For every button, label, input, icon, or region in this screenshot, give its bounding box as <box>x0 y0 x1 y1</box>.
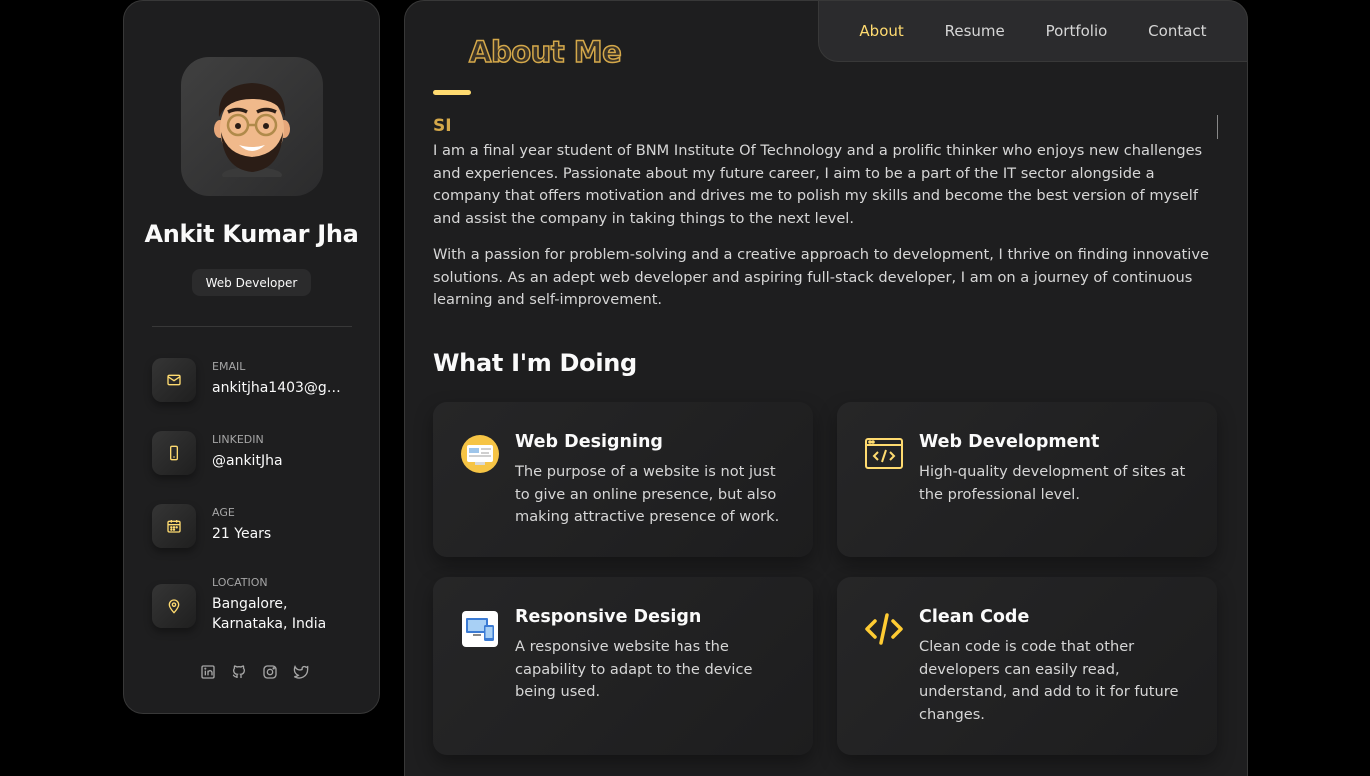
service-text: A responsive website has the capability … <box>515 638 753 700</box>
title-underline <box>433 90 471 95</box>
code-brackets-icon <box>864 609 904 649</box>
avatar <box>181 57 323 196</box>
nav-contact[interactable]: Contact <box>1148 22 1206 40</box>
contact-location: LOCATION Bangalore, Karnataka, India <box>152 574 357 632</box>
location-label: LOCATION <box>212 576 268 589</box>
service-text: High-quality development of sites at the… <box>919 463 1186 503</box>
contact-age: AGE 21 Years <box>152 504 357 554</box>
contact-email: EMAIL ankitjha1403@gmail.com <box>152 358 357 408</box>
service-title: Responsive Design <box>515 607 702 627</box>
service-title: Web Designing <box>515 432 663 452</box>
age-value: 21 Years <box>212 526 272 542</box>
navbar: About Resume Portfolio Contact <box>818 0 1248 62</box>
location-pin-icon <box>152 584 196 628</box>
location-value: Bangalore, Karnataka, India <box>212 596 327 632</box>
memoji-avatar-icon <box>214 82 290 177</box>
service-title: Clean Code <box>919 607 1030 627</box>
main-panel: About Resume Portfolio Contact About Me … <box>404 0 1248 776</box>
responsive-devices-icon <box>460 609 500 649</box>
email-link[interactable]: ankitjha1403@gmail.com <box>212 378 354 398</box>
service-card-web-development: Web Development High-quality development… <box>837 402 1217 557</box>
linkedin-link[interactable]: @ankitJha <box>212 451 354 471</box>
calendar-icon <box>152 504 196 548</box>
sidebar: Ankit Kumar Jha Web Developer EMAIL anki… <box>123 0 380 714</box>
nav-portfolio[interactable]: Portfolio <box>1046 22 1108 40</box>
service-card-clean-code: Clean Code Clean code is code that other… <box>837 577 1217 755</box>
text-cursor <box>1217 115 1218 139</box>
nav-about[interactable]: About <box>859 22 903 40</box>
web-design-icon <box>460 434 500 474</box>
service-card-responsive-design: Responsive Design A responsive website h… <box>433 577 813 755</box>
service-title: Web Development <box>919 432 1100 452</box>
age-label: AGE <box>212 506 235 519</box>
instagram-icon[interactable] <box>262 664 278 680</box>
profile-name: Ankit Kumar Jha <box>144 220 359 248</box>
mail-icon <box>152 358 196 402</box>
services-title: What I'm Doing <box>433 349 637 377</box>
about-paragraph-1: I am a final year student of BNM Institu… <box>433 142 1203 227</box>
typed-text: SI <box>433 116 452 136</box>
linkedin-label: LINKEDIN <box>212 433 264 446</box>
page-title: About Me <box>468 34 622 70</box>
about-paragraph-2: With a passion for problem-solving and a… <box>433 246 1209 308</box>
nav-resume[interactable]: Resume <box>945 22 1005 40</box>
social-links <box>200 664 309 680</box>
contact-linkedin: LINKEDIN @ankitJha <box>152 431 357 481</box>
service-text: Clean code is code that other developers… <box>919 638 1179 723</box>
profile-title-badge: Web Developer <box>192 269 311 296</box>
service-text: The purpose of a website is not just to … <box>515 463 780 525</box>
service-card-web-designing: Web Designing The purpose of a website i… <box>433 402 813 557</box>
sidebar-divider <box>152 326 352 327</box>
email-label: EMAIL <box>212 360 246 373</box>
github-icon[interactable] <box>231 664 247 680</box>
twitter-icon[interactable] <box>293 664 309 680</box>
phone-icon <box>152 431 196 475</box>
web-dev-icon <box>864 434 904 474</box>
linkedin-icon[interactable] <box>200 664 216 680</box>
